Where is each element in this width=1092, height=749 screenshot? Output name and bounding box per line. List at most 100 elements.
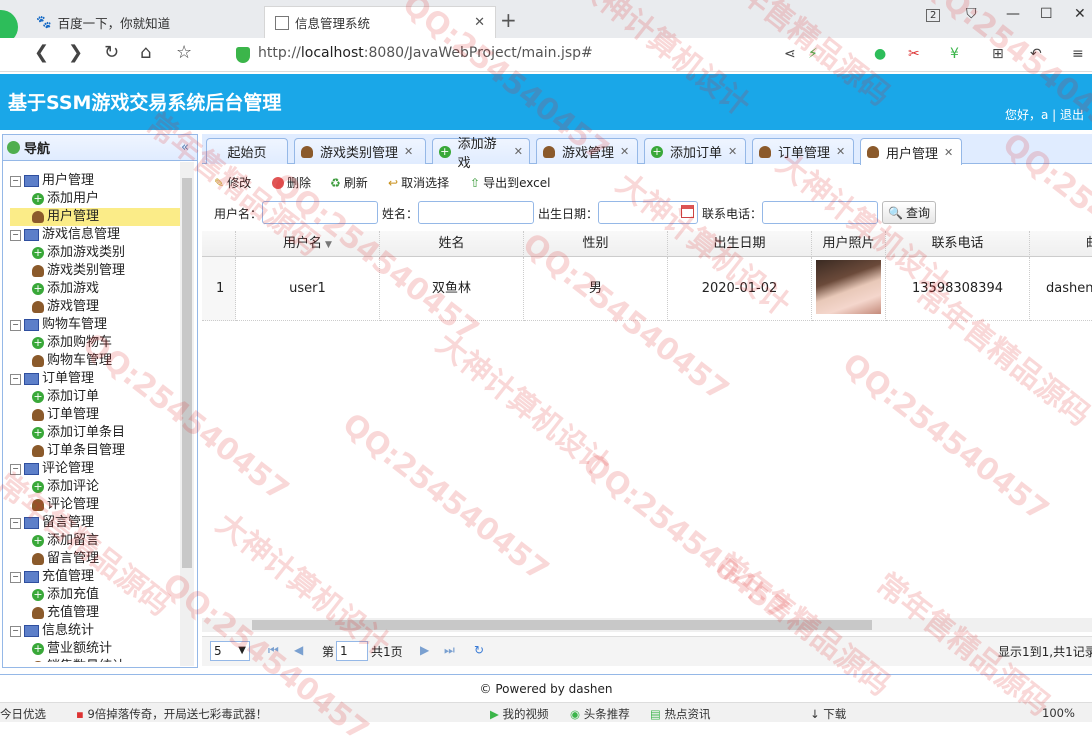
tree-item[interactable]: + 营业额统计 (10, 640, 180, 658)
tree-group[interactable]: − 留言管理 (10, 514, 180, 532)
close-tab-icon[interactable]: ✕ (620, 145, 629, 158)
main-tab[interactable]: 起始页 (206, 138, 288, 164)
browser-tab-baidu[interactable]: 🐾 百度一下，你就知道 (26, 6, 262, 38)
collapse-node-icon[interactable]: − (10, 229, 21, 241)
column-header-photo[interactable]: 用户照片 (812, 231, 886, 257)
url-field[interactable]: http://localhost:8080/JavaWebProject/mai… (258, 45, 593, 61)
collapse-node-icon[interactable]: − (10, 175, 21, 187)
tree-group[interactable]: − 信息统计 (10, 622, 180, 640)
cancel-select-button[interactable]: ↩ 取消选择 (388, 174, 449, 191)
main-tab[interactable]: 游戏管理 ✕ (536, 138, 638, 164)
minimize-icon[interactable]: — (1006, 6, 1020, 22)
tree-item[interactable]: + 添加用户 (10, 190, 180, 208)
calendar-icon[interactable] (681, 205, 694, 218)
tree-group[interactable]: − 评论管理 (10, 460, 180, 478)
statusbar-headlines[interactable]: ◉ 头条推荐 (570, 706, 630, 722)
reload-grid-icon[interactable]: ↻ (474, 643, 484, 657)
tree-item[interactable]: 评论管理 (10, 496, 180, 514)
collapse-icon[interactable]: « (181, 140, 189, 155)
tree-group[interactable]: − 充值管理 (10, 568, 180, 586)
statusbar-video[interactable]: ▶ 我的视频 (490, 706, 549, 722)
reload-icon[interactable]: ↻ (104, 42, 119, 63)
scissors-icon[interactable]: ✂ (908, 46, 920, 62)
tree-item[interactable]: + 添加购物车 (10, 334, 180, 352)
share-icon[interactable]: ⋖ (784, 46, 796, 62)
close-tab-icon[interactable]: ✕ (944, 146, 953, 159)
column-header-phone[interactable]: 联系电话 (886, 231, 1030, 257)
collapse-node-icon[interactable]: − (10, 517, 21, 529)
column-header-birth[interactable]: 出生日期 (668, 231, 812, 257)
close-tab-icon[interactable]: ✕ (474, 15, 485, 30)
zoom-level[interactable]: 100% (1042, 706, 1075, 720)
tree-item[interactable]: 留言管理 (10, 550, 180, 568)
page-size-select[interactable]: 5 ▼ (210, 641, 250, 661)
tree-item[interactable]: 充值管理 (10, 604, 180, 622)
greeting-logout[interactable]: 您好，a | 退出 (1005, 106, 1084, 123)
tree-group[interactable]: − 订单管理 (10, 370, 180, 388)
forward-icon[interactable]: ❯ (68, 42, 83, 63)
first-page-icon[interactable]: ⏮ (268, 643, 279, 658)
new-tab-icon[interactable]: + (500, 8, 517, 32)
maximize-icon[interactable]: ☐ (1040, 6, 1053, 22)
back-icon[interactable]: ❮ (34, 42, 49, 63)
close-tab-icon[interactable]: ✕ (404, 145, 413, 158)
tree-group[interactable]: − 用户管理 (10, 172, 180, 190)
main-tab[interactable]: 订单管理 ✕ (752, 138, 854, 164)
statusbar-today[interactable]: 今日优选 (0, 706, 46, 722)
username-input[interactable] (262, 201, 378, 224)
undo-icon[interactable]: ↶ (1030, 46, 1042, 62)
tab-count-badge[interactable]: 2 (926, 9, 941, 22)
main-tab[interactable]: 游戏类别管理 ✕ (294, 138, 426, 164)
collapse-node-icon[interactable]: − (10, 319, 21, 331)
browser-tab-main[interactable]: 信息管理系统 ✕ (264, 6, 496, 38)
tree-item[interactable]: + 添加游戏 (10, 280, 180, 298)
edit-button[interactable]: ✎ 修改 (214, 174, 251, 191)
column-header-gender[interactable]: 性别 (524, 231, 668, 257)
tree-item[interactable]: 用户管理 (10, 208, 180, 226)
star-icon[interactable]: ☆ (176, 42, 192, 63)
home-icon[interactable]: ⌂ (140, 42, 151, 63)
export-excel-button[interactable]: ⇧ 导出到excel (470, 174, 550, 191)
tree-group[interactable]: − 游戏信息管理 (10, 226, 180, 244)
statusbar-hot[interactable]: ▤ 热点资讯 (650, 706, 711, 722)
close-tab-icon[interactable]: ✕ (728, 145, 737, 158)
lightning-icon[interactable]: ⚡ (808, 46, 818, 62)
tree-item[interactable]: 销售数量统计 (10, 658, 180, 662)
search-button[interactable]: 🔍 查询 (882, 201, 936, 224)
grid-horizontal-scrollbar[interactable] (202, 618, 1092, 632)
collapse-node-icon[interactable]: − (10, 625, 21, 637)
main-tab[interactable]: + 添加订单 ✕ (644, 138, 746, 164)
collapse-node-icon[interactable]: − (10, 463, 21, 475)
tree-item[interactable]: 购物车管理 (10, 352, 180, 370)
tree-item[interactable]: 订单条目管理 (10, 442, 180, 460)
phone-input[interactable] (762, 201, 878, 224)
collapse-node-icon[interactable]: − (10, 571, 21, 583)
statusbar-news[interactable]: ▪ 9倍掉落传奇，开局送七彩毒武器！ (76, 706, 267, 722)
tree-item[interactable]: + 添加评论 (10, 478, 180, 496)
tree-item[interactable]: + 添加游戏类别 (10, 244, 180, 262)
main-tab[interactable]: 用户管理 ✕ (860, 138, 962, 165)
tree-item[interactable]: + 添加订单条目 (10, 424, 180, 442)
tree-item[interactable]: 订单管理 (10, 406, 180, 424)
collapse-node-icon[interactable]: − (10, 373, 21, 385)
column-header-email[interactable]: 邮 (1030, 231, 1092, 257)
tree-item[interactable]: + 添加订单 (10, 388, 180, 406)
name-input[interactable] (418, 201, 534, 224)
delete-button[interactable]: 删除 (272, 174, 311, 191)
tree-item[interactable]: 游戏管理 (10, 298, 180, 316)
apps-icon[interactable]: ⊞ (992, 46, 1004, 62)
sidebar-scrollbar[interactable] (180, 162, 194, 666)
yen-icon[interactable]: ¥ (950, 46, 959, 62)
close-window-icon[interactable]: ✕ (1074, 6, 1086, 22)
column-header-name[interactable]: 姓名 (380, 231, 524, 257)
shirt-icon[interactable]: ⛉ (966, 6, 977, 22)
close-tab-icon[interactable]: ✕ (514, 145, 523, 158)
refresh-button[interactable]: ♻ 刷新 (330, 174, 368, 191)
page-number-input[interactable]: 1 (336, 641, 368, 661)
main-tab[interactable]: + 添加游戏 ✕ (432, 137, 530, 171)
wechat-icon[interactable]: ● (874, 46, 886, 62)
tree-item[interactable]: + 添加充值 (10, 586, 180, 604)
tree-item[interactable]: 游戏类别管理 (10, 262, 180, 280)
prev-page-icon[interactable]: ◀ (294, 643, 303, 657)
column-header-username[interactable]: 用户名 ▼ (236, 231, 380, 257)
